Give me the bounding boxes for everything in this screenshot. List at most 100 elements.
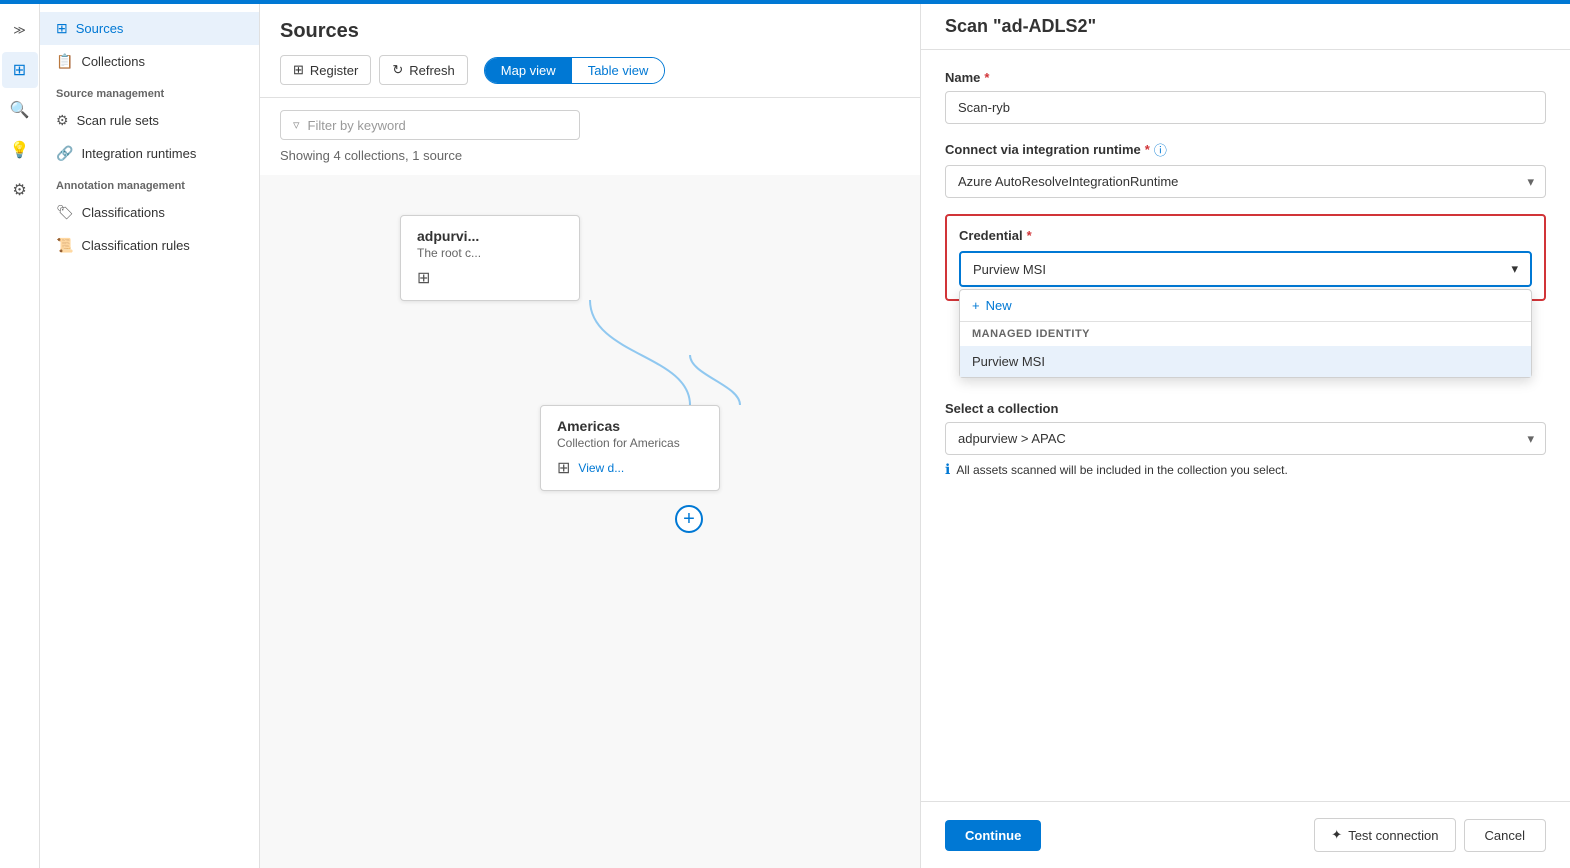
sidebar-item-scan-rule-sets[interactable]: ⚙ Scan rule sets — [40, 104, 259, 137]
credential-dropdown: Purview MSI ▾ + New MANAGED IDENTITY Pur… — [959, 251, 1532, 287]
scan-panel-body: Name * Connect via integration runtime *… — [921, 50, 1570, 801]
register-label: Register — [310, 63, 358, 78]
scan-panel: Scan "ad-ADLS2" Name * Connect via integ… — [920, 0, 1570, 868]
top-bar — [0, 0, 1570, 4]
credential-select-box[interactable]: Purview MSI ▾ — [959, 251, 1532, 287]
root-node-icons: ⊞ — [417, 268, 563, 288]
test-connection-label: Test connection — [1348, 828, 1438, 843]
runtime-select-wrapper: Azure AutoResolveIntegrationRuntime — [945, 165, 1546, 198]
register-button[interactable]: ⊞ Register — [280, 55, 371, 85]
credential-chevron-icon: ▾ — [1511, 261, 1518, 277]
runtime-required-star: * — [1145, 142, 1150, 157]
showing-text: Showing 4 collections, 1 source — [260, 148, 920, 175]
root-node-subtitle: The root c... — [417, 246, 563, 260]
credential-label: Credential * — [959, 228, 1532, 243]
new-credential-label: New — [986, 298, 1012, 313]
classification-rules-icon: 📜 — [56, 237, 73, 254]
view-toggle: Map view Table view — [484, 57, 666, 84]
name-label: Name * — [945, 70, 1546, 85]
name-form-group: Name * — [945, 70, 1546, 124]
table-view-button[interactable]: Table view — [572, 58, 665, 83]
root-node: adpurvi... The root c... ⊞ — [400, 215, 580, 301]
continue-button[interactable]: Continue — [945, 820, 1041, 851]
managed-identity-header: MANAGED IDENTITY — [960, 322, 1531, 346]
sources-header: Sources ⊞ Register ↻ Refresh Map view Ta… — [260, 4, 920, 98]
connector-svg — [260, 175, 920, 868]
sources-nav-icon[interactable]: ⊞ — [2, 52, 38, 88]
credential-section: Credential * Purview MSI ▾ + New MANAGED… — [945, 214, 1546, 301]
sidebar-integration-runtimes-label: Integration runtimes — [81, 146, 196, 161]
americas-node-title: Americas — [557, 418, 703, 434]
root-grid-icon[interactable]: ⊞ — [417, 268, 430, 288]
register-icon: ⊞ — [293, 62, 304, 78]
sidebar-item-integration-runtimes[interactable]: 🔗 Integration runtimes — [40, 137, 259, 170]
collection-select[interactable]: adpurview > APAC — [945, 422, 1546, 455]
cancel-button[interactable]: Cancel — [1464, 819, 1546, 852]
sidebar-item-collections[interactable]: 📋 Collections — [40, 45, 259, 78]
map-area: adpurvi... The root c... ⊞ Americas Coll… — [260, 175, 920, 868]
sources-title: Sources — [280, 20, 900, 43]
source-management-header: Source management — [40, 78, 259, 104]
refresh-icon: ↻ — [392, 62, 403, 78]
collapse-icon[interactable]: ≫ — [2, 12, 38, 48]
sources-icon: ⊞ — [56, 20, 68, 37]
scan-panel-footer: Continue ✦ Test connection Cancel — [921, 801, 1570, 868]
runtime-select[interactable]: Azure AutoResolveIntegrationRuntime — [945, 165, 1546, 198]
collection-info-text: ℹ All assets scanned will be included in… — [945, 461, 1546, 478]
filter-placeholder: Filter by keyword — [308, 118, 406, 133]
credential-required-star: * — [1027, 228, 1032, 243]
filter-input-wrapper[interactable]: ▿ Filter by keyword — [280, 110, 580, 140]
test-connection-icon: ✦ — [1331, 827, 1342, 843]
refresh-button[interactable]: ↻ Refresh — [379, 55, 467, 85]
name-input[interactable] — [945, 91, 1546, 124]
sidebar: ⊞ Sources 📋 Collections Source managemen… — [40, 4, 260, 868]
americas-view-link[interactable]: View d... — [578, 461, 624, 475]
icon-bar: ≫ ⊞ 🔍 💡 ⚙ — [0, 4, 40, 868]
americas-node-subtitle: Collection for Americas — [557, 436, 703, 450]
purview-msi-option[interactable]: Purview MSI — [960, 346, 1531, 377]
test-connection-button[interactable]: ✦ Test connection — [1314, 818, 1455, 852]
runtime-label: Connect via integration runtime * ⓘ — [945, 140, 1546, 159]
catalog-nav-icon[interactable]: 🔍 — [2, 92, 38, 128]
sidebar-item-classification-rules[interactable]: 📜 Classification rules — [40, 229, 259, 262]
credential-dropdown-menu: + New MANAGED IDENTITY Purview MSI — [959, 289, 1532, 378]
new-credential-button[interactable]: + New — [960, 290, 1531, 322]
sources-toolbar: ⊞ Register ↻ Refresh Map view Table view — [280, 55, 900, 85]
collection-label: Select a collection — [945, 401, 1546, 416]
classifications-icon: 🏷 — [56, 204, 74, 221]
sidebar-item-classifications[interactable]: 🏷 Classifications — [40, 196, 259, 229]
sidebar-classification-rules-label: Classification rules — [81, 238, 189, 253]
runtime-form-group: Connect via integration runtime * ⓘ Azur… — [945, 140, 1546, 198]
credential-selected-value: Purview MSI — [973, 262, 1046, 277]
collection-form-group: Select a collection adpurview > APAC ℹ A… — [945, 401, 1546, 478]
sidebar-item-sources[interactable]: ⊞ Sources — [40, 12, 259, 45]
americas-node: Americas Collection for Americas ⊞ View … — [540, 405, 720, 491]
add-collection-button[interactable]: + — [675, 505, 703, 533]
map-view-button[interactable]: Map view — [485, 58, 572, 83]
footer-right: ✦ Test connection Cancel — [1314, 818, 1546, 852]
filter-icon: ▿ — [293, 117, 300, 133]
sidebar-collections-label: Collections — [81, 54, 145, 69]
filter-bar: ▿ Filter by keyword — [280, 110, 900, 140]
sidebar-sources-label: Sources — [76, 21, 124, 36]
plus-icon: + — [972, 298, 980, 313]
root-node-title: adpurvi... — [417, 228, 563, 244]
runtime-info-icon[interactable]: ⓘ — [1154, 140, 1167, 159]
collection-info-message: All assets scanned will be included in t… — [956, 463, 1288, 477]
name-required-star: * — [984, 70, 989, 85]
annotation-management-header: Annotation management — [40, 170, 259, 196]
scan-rule-sets-icon: ⚙ — [56, 112, 69, 129]
americas-grid-icon[interactable]: ⊞ — [557, 458, 570, 478]
collection-info-icon: ℹ — [945, 461, 950, 478]
collection-select-wrapper: adpurview > APAC — [945, 422, 1546, 455]
scan-panel-title: Scan "ad-ADLS2" — [945, 16, 1546, 37]
sidebar-scan-rule-sets-label: Scan rule sets — [77, 113, 159, 128]
collections-icon: 📋 — [56, 53, 73, 70]
integration-runtimes-icon: 🔗 — [56, 145, 73, 162]
insights-nav-icon[interactable]: 💡 — [2, 132, 38, 168]
refresh-label: Refresh — [409, 63, 455, 78]
sidebar-classifications-label: Classifications — [82, 205, 165, 220]
manage-nav-icon[interactable]: ⚙ — [2, 172, 38, 208]
sources-panel: Sources ⊞ Register ↻ Refresh Map view Ta… — [260, 4, 920, 868]
americas-node-icons: ⊞ View d... — [557, 458, 703, 478]
